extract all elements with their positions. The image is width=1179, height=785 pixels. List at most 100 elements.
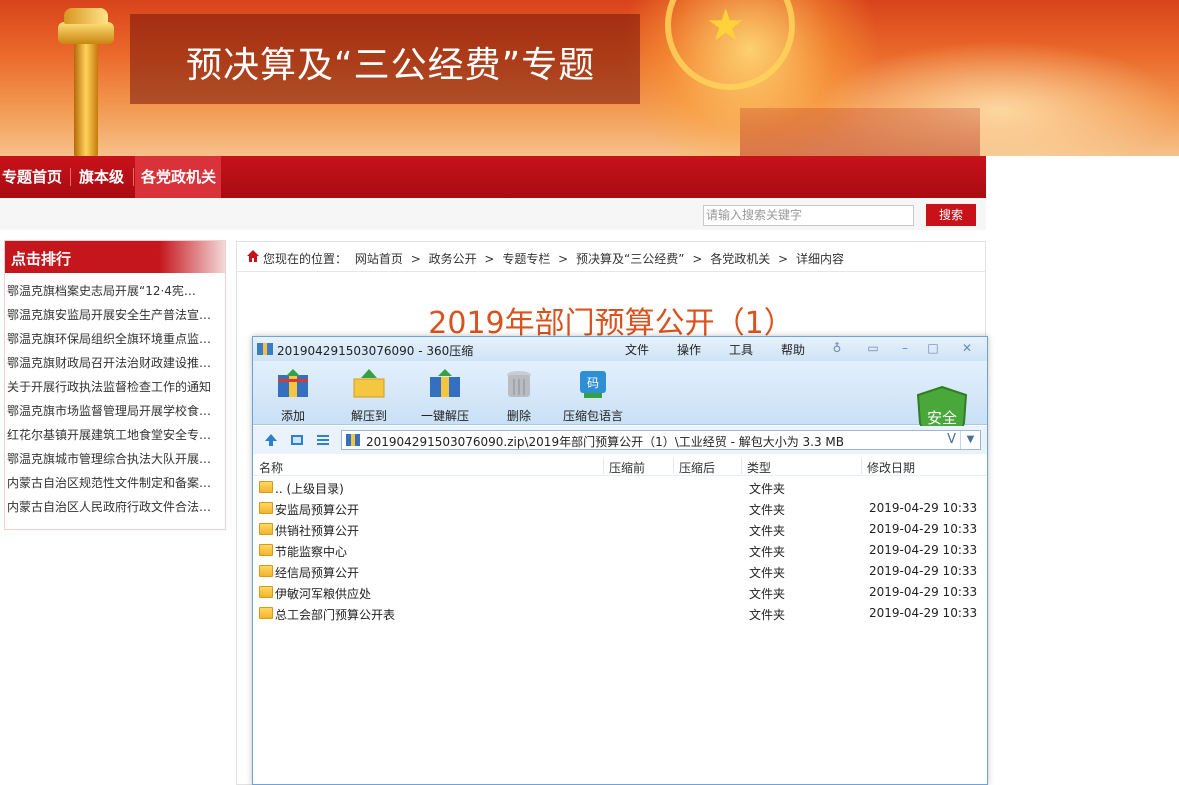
column-divider[interactable] [741,458,742,474]
table-row[interactable]: 经信局预算公开 文件夹 2019-04-29 10:33 [253,561,987,582]
archive-icon [346,434,360,446]
table-row[interactable]: .. (上级目录) 文件夹 [253,477,987,498]
row-name: .. (上级目录) [275,482,344,496]
folder-icon [259,544,273,556]
ranking-sidebar: 点击排行 鄂温克旗档案史志局开展“12·4宪… 鄂温克旗安监局开展安全生产普法宣… [4,240,226,530]
nav-item-banner-level[interactable]: 旗本级 [79,156,124,198]
row-name: 节能监察中心 [275,545,348,559]
breadcrumb-home[interactable]: 网站首页 [355,252,403,266]
zip-titlebar: 201904291503076090 - 360压缩 文件 操作 工具 帮助 ♁… [253,337,987,361]
folder-icon [259,481,273,493]
table-row[interactable]: 总工会部门预算公开表 文件夹 2019-04-29 10:33 [253,603,987,624]
add-archive-icon [278,369,308,397]
column-divider[interactable] [861,458,862,474]
svg-text:码: 码 [587,376,599,390]
row-name: 总工会部门预算公开表 [275,608,396,622]
column-modified[interactable]: 修改日期 [867,459,915,476]
table-row[interactable]: 安监局预算公开 文件夹 2019-04-29 10:33 [253,498,987,519]
archive-app-icon [257,343,273,355]
row-type: 文件夹 [749,566,786,580]
archive-language-button[interactable]: 码 压缩包语言 [553,367,633,423]
one-click-extract-button[interactable]: 一键解压 [405,367,485,423]
breadcrumb-party-organs[interactable]: 各党政机关 [710,252,770,266]
breadcrumb-separator: > [484,252,495,266]
row-date: 2019-04-29 10:33 [869,585,978,599]
menu-operate[interactable]: 操作 [677,341,701,358]
up-arrow-icon[interactable] [263,432,279,448]
nav-item-party-organs[interactable]: 各党政机关 [135,156,221,198]
breadcrumb-separator: > [692,252,703,266]
nav-separator [70,168,71,186]
column-divider[interactable] [673,458,674,474]
banner-title: 预决算及“三公经费”专题 [186,45,596,86]
close-icon[interactable]: ✕ [959,341,975,355]
list-item[interactable]: 内蒙古自治区人民政府行政文件合法… [7,495,217,519]
row-type: 文件夹 [749,503,786,517]
main-nav: 专题首页 旗本级 各党政机关 [0,156,986,198]
feedback-icon[interactable]: ▭ [865,341,881,355]
extract-to-label: 解压到 [350,409,387,423]
address-row: 201904291503076090.zip\2019年部门预算公开（1）\工业… [253,426,987,454]
folder-icon [259,607,273,619]
row-type: 文件夹 [749,524,786,538]
delete-label: 删除 [506,409,531,423]
table-row[interactable]: 供销社预算公开 文件夹 2019-04-29 10:33 [253,519,987,540]
maximize-icon[interactable]: □ [925,341,941,355]
zip-window: 201904291503076090 - 360压缩 文件 操作 工具 帮助 ♁… [252,336,988,785]
nav-separator [133,168,134,186]
row-date: 2019-04-29 10:33 [869,606,978,620]
menu-help[interactable]: 帮助 [781,341,805,358]
list-item[interactable]: 鄂温克旗市场监督管理局开展学校食… [7,399,217,423]
list-item[interactable]: 鄂温克旗环保局组织全旗环境重点监… [7,327,217,351]
shield-label: 安全 [927,409,957,427]
nav-item-home[interactable]: 专题首页 [2,156,62,198]
column-type[interactable]: 类型 [747,459,771,476]
list-item[interactable]: 鄂温克旗档案史志局开展“12·4宪… [7,279,217,303]
column-size-after[interactable]: 压缩后 [679,459,715,476]
archive-language-label: 压缩包语言 [562,409,623,423]
list-item[interactable]: 鄂温克旗财政局召开法治财政建设推… [7,351,217,375]
breadcrumb-gov-affairs[interactable]: 政务公开 [429,252,477,266]
table-row[interactable]: 伊敏河军粮供应处 文件夹 2019-04-29 10:33 [253,582,987,603]
list-item[interactable]: 红花尔基镇开展建筑工地食堂安全专… [7,423,217,447]
row-date: 2019-04-29 10:33 [869,501,978,515]
file-list: .. (上级目录) 文件夹 安监局预算公开 文件夹 2019-04-29 10:… [253,477,987,624]
list-item[interactable]: 内蒙古自治区规范性文件制定和备案… [7,471,217,495]
list-item[interactable]: 鄂温克旗安监局开展安全生产普法宣… [7,303,217,327]
row-name: 伊敏河军粮供应处 [275,587,372,601]
table-row[interactable]: 节能监察中心 文件夹 2019-04-29 10:33 [253,540,987,561]
column-name[interactable]: 名称 [259,459,283,476]
minimize-icon[interactable]: – [897,341,913,355]
row-name: 经信局预算公开 [275,566,360,580]
breadcrumb-prefix: 您现在的位置： [263,252,348,266]
breadcrumb-special-column[interactable]: 专题专栏 [502,252,550,266]
breadcrumb-budget-topic[interactable]: 预决算及“三公经费” [576,252,684,266]
add-button[interactable]: 添加 [253,367,333,423]
folder-icon [259,523,273,535]
star-icon: ★ [706,0,746,51]
path-field[interactable]: 201904291503076090.zip\2019年部门预算公开（1）\工业… [341,430,981,450]
list-item[interactable]: 鄂温克旗城市管理综合执法大队开展… [7,447,217,471]
language-code-icon: 码 [580,371,606,398]
path-text: 201904291503076090.zip\2019年部门预算公开（1）\工业… [366,435,845,449]
skin-icon[interactable]: ♁ [829,341,845,355]
list-view-icon[interactable] [315,432,331,448]
folder-icon [259,502,273,514]
row-name: 供销社预算公开 [275,524,360,538]
chevron-down-icon[interactable]: ▼ [960,431,980,449]
thumbnail-view-icon[interactable] [289,432,305,448]
search-button[interactable]: 搜索 [926,204,976,226]
search-input[interactable]: 请输入搜索关键字 [703,205,914,226]
column-size-before[interactable]: 压缩前 [609,459,645,476]
list-item[interactable]: 关于开展行政执法监督检查工作的通知 [7,375,217,399]
menu-tools[interactable]: 工具 [729,341,753,358]
extract-to-button[interactable]: 解压到 [329,367,409,423]
column-divider[interactable] [603,458,604,474]
home-icon [247,250,259,262]
one-click-extract-label: 一键解压 [420,409,469,423]
path-v-icon[interactable]: V [947,432,956,447]
row-type: 文件夹 [749,545,786,559]
row-date: 2019-04-29 10:33 [869,522,978,536]
delete-button[interactable]: 删除 [479,367,559,423]
menu-file[interactable]: 文件 [625,341,649,358]
